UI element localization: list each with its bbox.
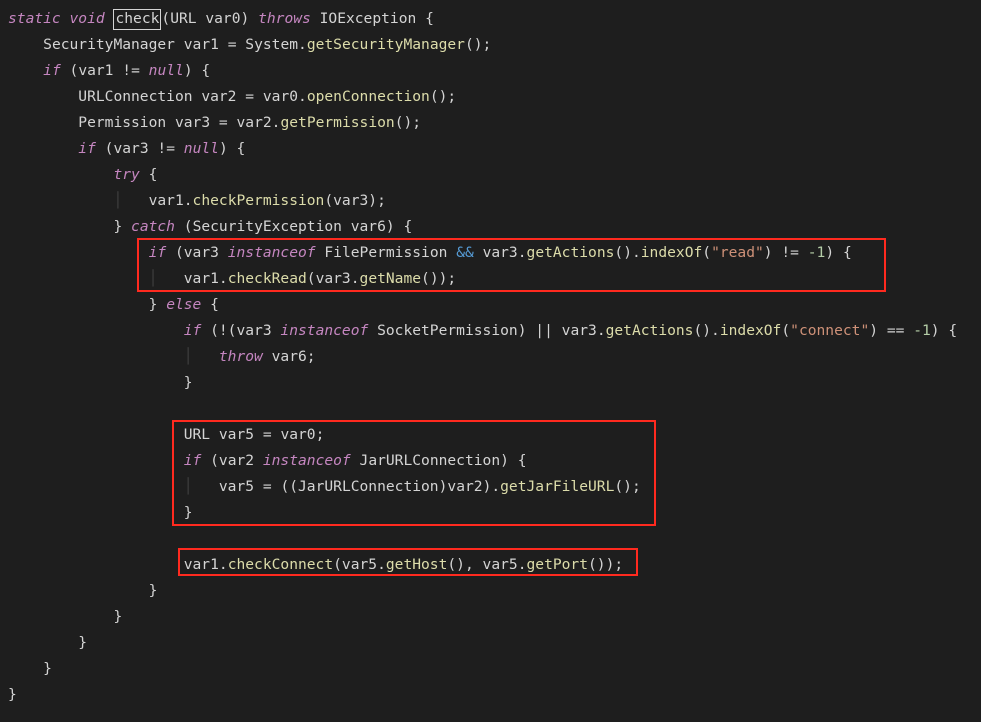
kw-throw: throw: [219, 348, 263, 365]
kw-void: void: [70, 10, 105, 27]
method-name: check: [113, 9, 161, 30]
kw-else: else: [166, 296, 201, 313]
kw-catch: catch: [131, 218, 175, 235]
kw-static: static: [8, 10, 61, 27]
kw-if: if: [43, 62, 61, 79]
kw-throws: throws: [258, 10, 311, 27]
code-block: static void check(URL var0) throws IOExc…: [0, 0, 981, 714]
kw-try: try: [113, 166, 139, 183]
